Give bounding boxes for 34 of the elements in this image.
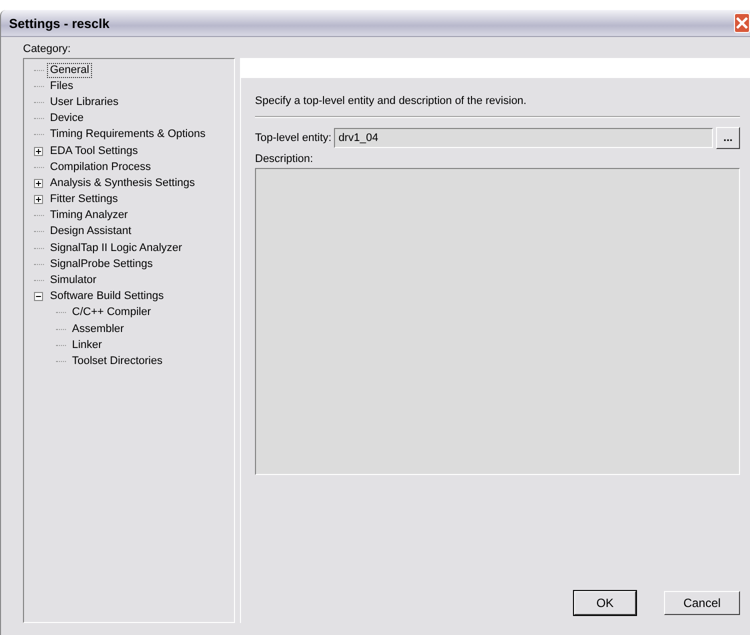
description-field[interactable]	[255, 168, 740, 475]
tree-item[interactable]: Fitter Settings	[47, 192, 121, 208]
tree-item[interactable]: Toolset Directories	[69, 354, 166, 369]
field-label: Top-level entity:	[255, 132, 332, 144]
tree-item[interactable]: Analysis & Synthesis Settings	[47, 176, 198, 191]
tree-item[interactable]: Design Assistant	[47, 224, 134, 240]
entity-field[interactable]: drv1_04	[334, 128, 713, 148]
tree-item[interactable]: C/C++ Compiler	[69, 305, 154, 320]
intro-text: Specify a top-level entity and description of the revision.	[255, 95, 528, 107]
tree-item[interactable]: SignalProbe Settings	[47, 256, 156, 272]
ok-button[interactable]: OK	[574, 591, 636, 615]
tree-item[interactable]: Files	[47, 78, 76, 94]
tree-item[interactable]: Timing Requirements & Options	[47, 127, 208, 142]
tree-item[interactable]: User Libraries	[47, 94, 122, 110]
tree-item[interactable]: Assembler	[69, 322, 127, 337]
tree-item[interactable]: Simulator	[47, 273, 100, 288]
tree-item[interactable]: Timing Analyzer	[47, 208, 131, 224]
cancel-button[interactable]: Cancel	[664, 591, 740, 615]
tree-item[interactable]: Linker	[69, 338, 105, 353]
window-title: Settings - resclk	[9, 16, 110, 30]
tree-item[interactable]: Compilation Process	[47, 160, 154, 175]
field-label: Description:	[255, 153, 314, 165]
browse-button[interactable]: ...	[716, 127, 740, 149]
tree-item[interactable]: General	[47, 62, 92, 78]
tree-item[interactable]: Device	[47, 111, 87, 126]
close-icon[interactable]	[734, 13, 750, 33]
tree-item[interactable]: SignalTap II Logic Analyzer	[47, 240, 186, 256]
tree-item[interactable]: EDA Tool Settings	[47, 144, 141, 159]
tree-item[interactable]: Software Build Settings	[47, 289, 167, 304]
minus-icon[interactable]	[34, 292, 43, 302]
plus-icon[interactable]	[34, 146, 43, 156]
plus-icon[interactable]	[34, 178, 43, 188]
category-label: Category:	[23, 43, 72, 55]
plus-icon[interactable]	[34, 195, 43, 204]
